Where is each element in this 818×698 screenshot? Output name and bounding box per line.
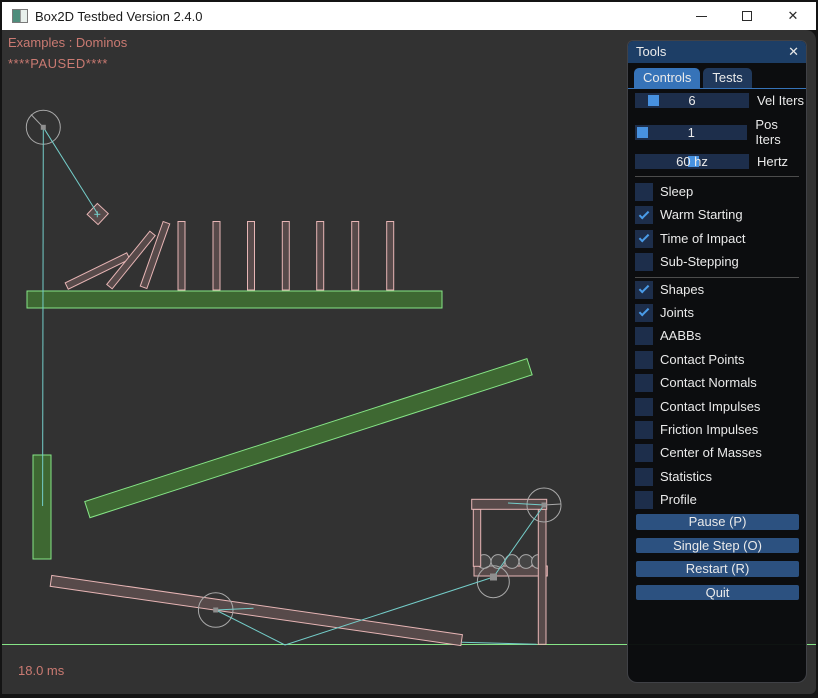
body-center-marker (490, 574, 497, 581)
checkbox-center-of-masses[interactable]: Center of Masses (635, 444, 806, 462)
check-icon (639, 232, 650, 243)
green-pillar (33, 455, 51, 559)
frame-time-label: 18.0 ms (18, 663, 64, 678)
restart-button[interactable]: Restart (R) (636, 561, 799, 577)
checkbox-shapes[interactable]: Shapes (635, 281, 806, 299)
check-icon (639, 283, 650, 294)
hertz-label: Hertz (757, 154, 788, 169)
checkbox-box[interactable] (635, 374, 653, 392)
domino-standing-7[interactable] (387, 222, 394, 291)
domino-standing-5[interactable] (317, 222, 324, 291)
close-button[interactable]: ✕ (770, 2, 816, 30)
checkbox-joints[interactable]: Joints (635, 304, 806, 322)
checkbox-box[interactable] (635, 281, 653, 299)
pos-iters-label: Pos Iters (755, 117, 806, 147)
checkbox-box[interactable] (635, 253, 653, 271)
body-center-marker (41, 125, 46, 130)
checkbox-box[interactable] (635, 444, 653, 462)
checkbox-box[interactable] (635, 230, 653, 248)
check-icon (639, 306, 650, 317)
checkbox-contact-normals[interactable]: Contact Normals (635, 374, 806, 392)
checkbox-time-of-impact[interactable]: Time of Impact (635, 230, 806, 248)
tools-panel: Tools ✕ Controls Tests 6 Vel Iters 1 Pos… (627, 40, 807, 683)
domino-standing-2[interactable] (213, 222, 220, 291)
check-icon (639, 209, 650, 220)
vel-iters-value: 6 (635, 93, 749, 108)
checkbox-box[interactable] (635, 327, 653, 345)
checkbox-profile[interactable]: Profile (635, 491, 806, 509)
slider-hertz: 60 hz Hertz (635, 154, 806, 169)
single-step-button[interactable]: Single Step (O) (636, 538, 799, 554)
close-icon: ✕ (788, 2, 799, 30)
checkbox-box[interactable] (635, 183, 653, 201)
maximize-icon (742, 11, 752, 21)
tab-tests[interactable]: Tests (703, 68, 751, 88)
app-icon (12, 9, 28, 23)
tab-controls[interactable]: Controls (634, 68, 700, 88)
green-ramp-plank (85, 359, 532, 518)
tools-panel-titlebar[interactable]: Tools ✕ (628, 41, 806, 63)
checkbox-sub-stepping[interactable]: Sub-Stepping (635, 253, 806, 271)
hertz-value: 60 hz (635, 154, 749, 169)
checkbox-box[interactable] (635, 398, 653, 416)
checkbox-box[interactable] (635, 491, 653, 509)
checkbox-box[interactable] (635, 351, 653, 369)
stand-right-post[interactable] (538, 509, 546, 644)
checkbox-warm-starting[interactable]: Warm Starting (635, 206, 806, 224)
quit-button[interactable]: Quit (636, 585, 799, 601)
window-title: Box2D Testbed Version 2.4.0 (35, 9, 202, 24)
pendulum-rope (43, 127, 97, 213)
domino-standing-4[interactable] (282, 222, 289, 291)
pos-iters-track[interactable]: 1 (635, 125, 747, 140)
body-center-marker (213, 608, 218, 613)
hertz-track[interactable]: 60 hz (635, 154, 749, 169)
ball-4[interactable] (519, 555, 533, 569)
paused-label: ****PAUSED**** (8, 56, 108, 71)
tools-panel-title: Tools (636, 44, 666, 59)
separator (635, 176, 799, 177)
separator (635, 277, 799, 278)
checkbox-aabbs[interactable]: AABBs (635, 327, 806, 345)
window-titlebar[interactable]: Box2D Testbed Version 2.4.0 ✕ (2, 2, 816, 30)
pause-button[interactable]: Pause (P) (636, 514, 799, 530)
vertical-rope (43, 127, 44, 506)
pos-iters-value: 1 (635, 125, 747, 140)
vel-iters-track[interactable]: 6 (635, 93, 749, 108)
minimize-icon (696, 16, 707, 17)
checkbox-friction-impulses[interactable]: Friction Impulses (635, 421, 806, 439)
domino-standing-6[interactable] (352, 222, 359, 291)
example-label: Examples : Dominos (8, 35, 127, 50)
checkbox-sleep[interactable]: Sleep (635, 183, 806, 201)
checkbox-statistics[interactable]: Statistics (635, 468, 806, 486)
checkbox-contact-points[interactable]: Contact Points (635, 351, 806, 369)
dominoes-platform (27, 291, 442, 308)
checkbox-contact-impulses[interactable]: Contact Impulses (635, 398, 806, 416)
slider-vel-iters: 6 Vel Iters (635, 93, 806, 108)
checkbox-box[interactable] (635, 206, 653, 224)
domino-fallen-3[interactable] (140, 222, 169, 289)
stand-left-post[interactable] (473, 509, 480, 566)
checkbox-box[interactable] (635, 421, 653, 439)
domino-standing-3[interactable] (248, 222, 255, 291)
maximize-button[interactable] (724, 2, 770, 30)
domino-standing-1[interactable] (178, 222, 185, 291)
checkbox-box[interactable] (635, 304, 653, 322)
body-center-marker (542, 503, 547, 508)
slider-pos-iters: 1 Pos Iters (635, 117, 806, 147)
panel-close-icon[interactable]: ✕ (788, 41, 799, 63)
checkbox-box[interactable] (635, 468, 653, 486)
panel-tabs: Controls Tests (628, 68, 806, 89)
vel-iters-label: Vel Iters (757, 93, 804, 108)
seesaw-plank[interactable] (50, 575, 462, 645)
minimize-button[interactable] (678, 2, 724, 30)
